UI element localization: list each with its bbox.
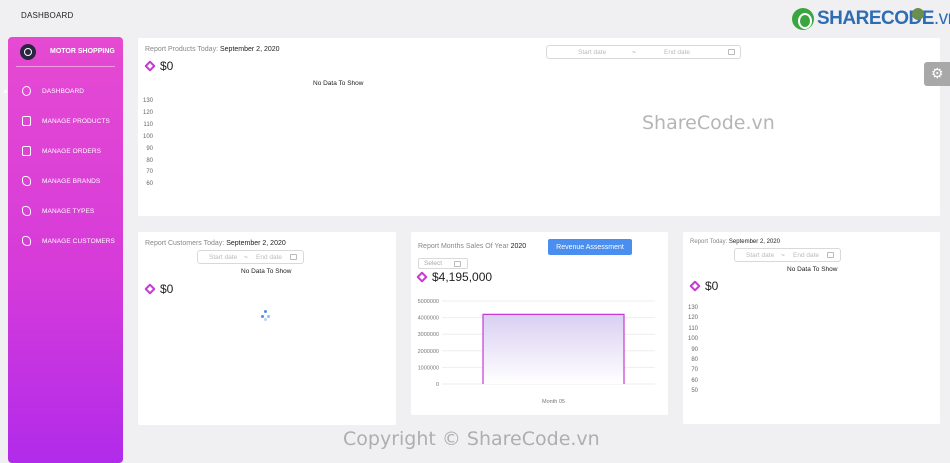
sidebar-item-manage-products[interactable]: MANAGE PRODUCTS (8, 114, 123, 128)
y-tick-label: 50 (691, 388, 698, 395)
report-date: September 2, 2020 (219, 46, 280, 53)
products-today-card: Report Products Today: September 2, 2020… (138, 38, 940, 216)
y-tick-label: 60 (146, 181, 153, 188)
puzzle-icon (22, 176, 31, 186)
calendar-icon (728, 49, 735, 55)
y-tick-label: 100 (142, 133, 153, 140)
area-series-month-05 (483, 314, 624, 384)
calendar-icon (827, 252, 834, 258)
watermark-bottom: Copyright © ShareCode.vn (343, 428, 600, 450)
sharecode-logo: SHARECODE.vn (792, 6, 950, 32)
sidebar-item-manage-customers[interactable]: MANAGE CUSTOMERS (8, 234, 123, 248)
y-tick-label: 80 (146, 157, 153, 164)
y-tick-label: 1000000 (418, 365, 439, 371)
sidebar-item-manage-types[interactable]: MANAGE TYPES (8, 204, 123, 218)
logo-text: SHARECODE.vn (817, 8, 950, 29)
y-tick-label: 130 (687, 305, 698, 311)
y-tick-label: 120 (687, 315, 698, 322)
card-title: Report Today: September 2, 2020 (690, 239, 780, 245)
sidebar-item-dashboard[interactable]: DASHBOARD (4, 84, 123, 98)
puzzle-icon (22, 236, 31, 246)
end-date-input[interactable]: End date (664, 49, 690, 56)
active-indicator (4, 89, 7, 93)
sidebar-item-label: MANAGE TYPES (42, 207, 95, 215)
range-separator: ~ (781, 251, 785, 259)
months-sales-card: Report Months Sales Of Year 2020 Revenue… (411, 232, 668, 415)
card-title: Report Products Today: September 2, 2020 (145, 46, 280, 53)
user-avatar[interactable] (912, 8, 924, 20)
today-amount: $0 (689, 279, 718, 293)
price-tag-icon (144, 283, 156, 295)
y-tick-label: 120 (142, 109, 153, 116)
y-tick-label: 90 (691, 346, 698, 353)
start-date-input[interactable]: Start date (578, 49, 606, 56)
motor-logo-icon (20, 43, 36, 60)
card-title: Report Customers Today: September 2, 202… (145, 240, 286, 247)
sidebar-item-manage-brands[interactable]: MANAGE BRANDS (8, 174, 123, 188)
puzzle-icon (22, 206, 31, 216)
y-tick-label: 0 (436, 382, 439, 388)
sidebar-item-label: MANAGE BRANDS (42, 177, 101, 185)
y-tick-label: 5000000 (418, 299, 439, 305)
sidebar-item-label: MANAGE PRODUCTS (42, 117, 110, 125)
range-separator: ~ (632, 48, 636, 56)
end-date-input[interactable]: End date (793, 252, 819, 259)
sidebar: MOTOR SHOPPING DASHBOARD MANAGE PRODUCTS… (4, 37, 123, 463)
y-tick-label: 3000000 (418, 332, 439, 338)
pie-chart-icon (22, 86, 31, 96)
watermark-center: ShareCode.vn (642, 112, 775, 134)
y-tick-label: 110 (688, 325, 698, 332)
no-data-label: No Data To Show (787, 266, 838, 273)
no-data-label: No Data To Show (241, 268, 292, 275)
customers-today-card: Report Customers Today: September 2, 202… (138, 232, 396, 425)
products-amount: $0 (144, 59, 173, 73)
y-tick-label: 70 (691, 367, 698, 374)
document-icon (22, 146, 31, 156)
today-date-range-picker[interactable]: Start date ~ End date (734, 248, 841, 262)
page-title: DASHBOARD (21, 11, 74, 20)
loading-spinner-icon (261, 310, 271, 321)
x-tick-label: Month 05 (542, 399, 565, 405)
sidebar-brand-label: MOTOR SHOPPING (50, 48, 115, 55)
sidebar-brand[interactable]: MOTOR SHOPPING (16, 37, 115, 67)
y-tick-label: 130 (142, 98, 153, 104)
sidebar-item-manage-orders[interactable]: MANAGE ORDERS (8, 144, 123, 158)
y-tick-label: 60 (691, 377, 698, 384)
months-sales-chart: 5000000 4000000 3000000 2000000 1000000 0 Mont… (418, 299, 655, 405)
y-tick-label: 2000000 (418, 349, 439, 355)
report-date: September 2, 2020 (226, 240, 286, 247)
today-report-card: Report Today: September 2, 2020 Start da… (683, 232, 940, 424)
sidebar-item-label: DASHBOARD (42, 87, 85, 95)
y-tick-label: 80 (691, 357, 698, 363)
sidebar-item-label: MANAGE CUSTOMERS (42, 237, 115, 245)
document-icon (22, 116, 31, 126)
sidebar-item-label: MANAGE ORDERS (42, 147, 102, 155)
y-tick-label: 100 (687, 336, 698, 343)
settings-gear-icon[interactable] (924, 62, 950, 86)
customers-date-range-picker[interactable]: Start date ~ End date (197, 250, 304, 264)
no-data-label: No Data To Show (313, 80, 364, 87)
y-tick-label: 70 (146, 169, 153, 176)
logo-mark-icon (792, 8, 814, 30)
y-tick-label: 110 (143, 121, 153, 128)
start-date-input[interactable]: Start date (746, 252, 774, 259)
calendar-icon (290, 254, 297, 260)
price-tag-icon (144, 60, 156, 72)
end-date-input[interactable]: End date (256, 254, 282, 261)
customers-amount: $0 (144, 282, 173, 296)
price-tag-icon (689, 280, 701, 292)
products-date-range-picker[interactable]: Start date ~ End date (546, 45, 741, 59)
y-tick-label: 90 (146, 145, 153, 152)
range-separator: ~ (244, 253, 248, 261)
start-date-input[interactable]: Start date (209, 254, 237, 261)
y-tick-label: 4000000 (418, 316, 439, 322)
report-date: September 2, 2020 (728, 239, 780, 245)
